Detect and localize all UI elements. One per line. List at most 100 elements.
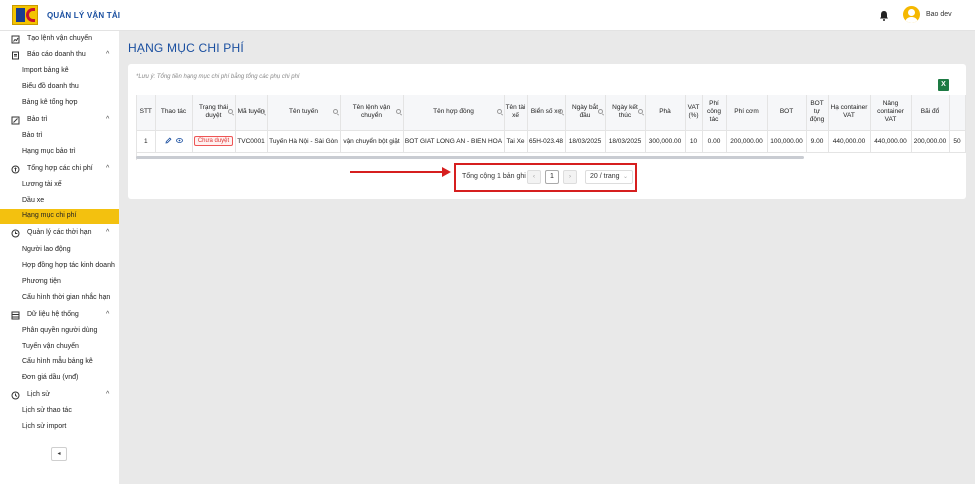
user-avatar-icon[interactable]: [903, 6, 920, 23]
clock-icon: [11, 229, 20, 238]
chevron-up-icon[interactable]: ^: [106, 311, 109, 318]
sidebar-item-hop-dong-hop-tac-kinh-doanh[interactable]: Hợp đồng hợp tác kinh doanh: [0, 259, 119, 274]
sidebar-item-phuong-tien[interactable]: Phương tiện: [0, 275, 119, 290]
sidebar-group-du-lieu-he-thong[interactable]: Dữ liệu hệ thống ^: [0, 308, 119, 323]
chevron-up-icon[interactable]: ^: [106, 391, 109, 398]
status-badge: Chưa duyệt: [193, 136, 234, 146]
sidebar-item-lich-su-import[interactable]: Lịch sử import: [0, 420, 119, 435]
search-icon[interactable]: [227, 109, 233, 114]
company-logo[interactable]: [12, 5, 38, 25]
excel-export-icon[interactable]: X: [938, 79, 949, 91]
column-header-label: Tên tài xế: [505, 104, 526, 120]
pagination-total: Tổng cộng 1 bản ghi: [462, 173, 526, 180]
sidebar-item-lich-su-thao-tac[interactable]: Lịch sử thao tác: [0, 404, 119, 419]
sidebar-item-import-bang-ke[interactable]: Import bảng kê: [0, 64, 119, 79]
sidebar-label: Bảo trì: [22, 132, 43, 139]
edit-icon[interactable]: [164, 137, 172, 144]
sidebar-item-don-gia-dau-vnd[interactable]: Đơn giá dầu (vnđ): [0, 371, 119, 386]
chevron-up-icon[interactable]: ^: [106, 229, 109, 236]
table-row[interactable]: 1 Chưa duyệt TVC0001 Tuyến Hà Nội - Sài Gòn…: [137, 130, 966, 153]
chevron-up-icon[interactable]: ^: [106, 165, 109, 172]
search-icon[interactable]: [332, 109, 338, 114]
sidebar-group-quan-ly-cac-thoi-han[interactable]: Quản lý các thời hạn ^: [0, 226, 119, 241]
sidebar-item-luong-tai-xe[interactable]: Lương tài xế: [0, 178, 119, 193]
money-icon: [11, 165, 20, 174]
sidebar-label: Hợp đồng hợp tác kinh doanh: [22, 262, 115, 269]
search-icon[interactable]: [597, 109, 603, 114]
column-header: Ngày bắt đầu: [565, 95, 606, 131]
sidebar-item-bao-tri[interactable]: Bảo trì: [0, 129, 119, 144]
search-icon[interactable]: [637, 109, 643, 114]
sidebar-item-hang-muc-bao-tri[interactable]: Hạng mục bảo trì: [0, 145, 119, 160]
column-header: Tên lệnh vận chuyển: [340, 95, 404, 131]
sidebar-collapse-button[interactable]: ◂: [51, 447, 67, 461]
file-icon: [12, 51, 19, 60]
table-cell: 9.00: [806, 130, 829, 153]
column-header-label: Bãi đổ: [920, 108, 940, 116]
column-header-label: VAT (%): [687, 104, 700, 120]
sidebar-group-tong-hop-cac-chi-phi[interactable]: Tổng hợp các chi phí ^: [0, 162, 119, 177]
sidebar-item-nguoi-lao-dong[interactable]: Người lao động: [0, 243, 119, 258]
sidebar-item-bang-ke-tong-hop[interactable]: Bảng kê tổng hợp: [0, 96, 119, 111]
chevron-down-icon: ⌄: [622, 174, 628, 180]
view-icon[interactable]: [175, 137, 183, 144]
sidebar-item-cau-hinh-thoi-gian-nhac-han[interactable]: Cấu hình thời gian nhắc hạn: [0, 291, 119, 306]
horizontal-scrollbar[interactable]: [136, 156, 804, 159]
column-header: Biển số xe: [527, 95, 566, 131]
status-cell: Chưa duyệt: [192, 130, 236, 153]
table-cell: 0.00: [702, 130, 727, 153]
chevron-up-icon[interactable]: ^: [106, 116, 109, 123]
sidebar-item-tuyen-van-chuyen[interactable]: Tuyến vận chuyển: [0, 340, 119, 355]
sidebar-label: Cấu hình thời gian nhắc hạn: [22, 294, 111, 301]
column-header-label: Phí công tác: [706, 100, 722, 124]
column-header: BOT tự động: [806, 95, 829, 131]
table-cell: 440,000.00: [828, 130, 871, 153]
sidebar-label: Bảng kê tổng hợp: [22, 99, 78, 106]
column-header: Phí cơm: [726, 95, 768, 131]
search-icon[interactable]: [395, 109, 401, 114]
sidebar-label: Tổng hợp các chi phí: [27, 165, 93, 172]
table-cell: TVC0001: [235, 130, 268, 153]
search-icon[interactable]: [259, 109, 265, 114]
table-cell: 50: [949, 130, 966, 153]
sidebar-group-bao-cao-doanh-thu[interactable]: Báo cáo doanh thu ^: [0, 48, 119, 63]
table-container: STT Thao tác Trạng thái duyệt Mã tuyến Tên t…: [136, 95, 966, 160]
search-icon[interactable]: [496, 109, 502, 114]
next-page-button[interactable]: ›: [563, 170, 577, 184]
sidebar-group-bao-tri[interactable]: Bảo trì ^: [0, 113, 119, 128]
column-header: Tên tài xế: [504, 95, 528, 131]
table-cell: 300,000.00: [645, 130, 686, 153]
sidebar-item-cau-hinh-mau-bang-ke[interactable]: Cấu hình mẫu bảng kê: [0, 355, 119, 370]
sidebar-item-bieu-do-doanh-thu[interactable]: Biểu đồ doanh thu: [0, 80, 119, 95]
table-cell: BOT GIAT LONG AN - BIEN HOA: [403, 130, 505, 153]
page-size-value: 20 / trang: [590, 173, 620, 180]
sidebar-label: Tuyến vận chuyển: [22, 343, 79, 350]
column-header: STT: [137, 95, 156, 131]
table-cell: Tai Xe: [504, 130, 528, 153]
column-header: Phà: [645, 95, 686, 131]
table-cell: Tuyến Hà Nội - Sài Gòn: [267, 130, 341, 153]
sidebar-group-tao-lenh-van-chuyen[interactable]: Tạo lệnh vận chuyển: [0, 32, 119, 47]
sidebar-item-dau-xe[interactable]: Dầu xe: [0, 194, 119, 209]
sidebar-item-hang-muc-chi-phi[interactable]: Hạng mục chi phí: [0, 209, 119, 224]
column-header: Hạ container VAT: [828, 95, 871, 131]
sidebar-label: Hạng mục bảo trì: [22, 148, 76, 155]
current-page-button[interactable]: 1: [545, 170, 559, 184]
bell-icon[interactable]: [879, 10, 889, 21]
column-header-label: Phí cơm: [734, 108, 759, 116]
page-size-select[interactable]: 20 / trang ⌄: [585, 170, 633, 184]
sidebar-label: Dầu xe: [22, 197, 45, 204]
row-index: 1: [137, 130, 156, 153]
sidebar-item-phan-quyen-nguoi-dung[interactable]: Phân quyền người dùng: [0, 324, 119, 339]
column-header: Bãi đổ: [911, 95, 950, 131]
sidebar-label: Phương tiện: [22, 278, 61, 285]
user-name[interactable]: Bao dev: [926, 11, 952, 18]
chevron-up-icon[interactable]: ^: [106, 51, 109, 58]
prev-page-button[interactable]: ‹: [527, 170, 541, 184]
column-header-label: Nâng container VAT: [877, 100, 904, 124]
sidebar-group-lich-su[interactable]: Lịch sử ^: [0, 388, 119, 403]
sidebar-label: Lương tài xế: [22, 181, 62, 188]
search-icon[interactable]: [557, 109, 563, 114]
top-header: QUẢN LÝ VẬN TẢI Bao dev: [0, 0, 975, 31]
table-cell: vận chuyển bột giặt: [340, 130, 404, 153]
